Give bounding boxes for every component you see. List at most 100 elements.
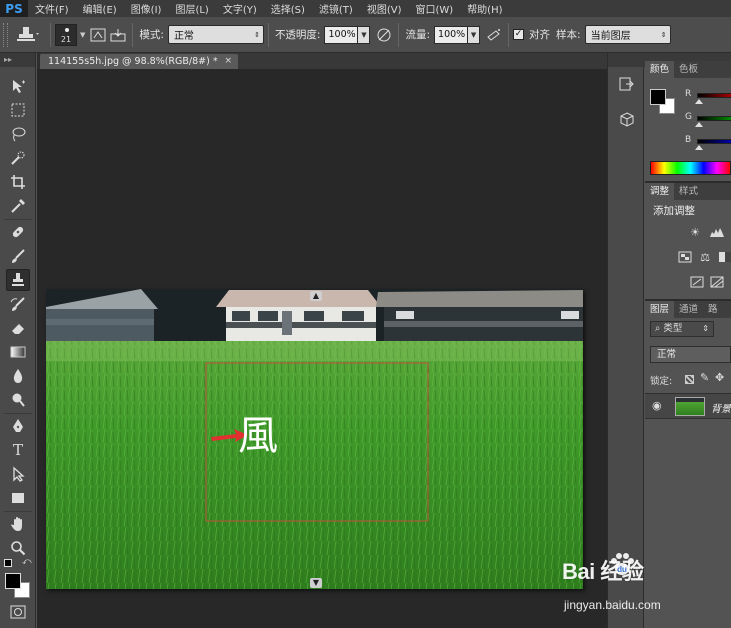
opacity-input[interactable]: 100% — [324, 25, 359, 44]
quick-selection-tool[interactable] — [6, 147, 30, 169]
toolbox-collapse-toggle[interactable]: ▸▸ — [0, 53, 35, 67]
mode-label: 模式: — [139, 29, 164, 41]
toggle-brush-panel-button[interactable] — [88, 25, 108, 45]
lock-pixels-icon[interactable]: ✎ — [700, 371, 709, 384]
lasso-tool[interactable] — [6, 123, 30, 145]
document-canvas[interactable]: 風 — [46, 289, 583, 589]
crop-tool[interactable] — [6, 171, 30, 193]
swap-colors-icon[interactable]: ⤺ — [22, 557, 32, 567]
color-balance-adjust-icon[interactable]: ⚖ — [697, 249, 713, 265]
document-tab-bar: 114155s5h.jpg @ 98.8%(RGB/8#) * × — [37, 53, 607, 69]
document-tab[interactable]: 114155s5h.jpg @ 98.8%(RGB/8#) * × — [40, 54, 238, 69]
menu-view[interactable]: 视图(V) — [360, 1, 409, 16]
dodge-tool[interactable] — [6, 389, 30, 411]
brush-size-picker[interactable]: 21 — [55, 23, 77, 46]
layer-row[interactable]: ◉ 背景 — [645, 393, 731, 419]
sample-value: 当前图层 — [590, 31, 631, 42]
eye-icon[interactable]: ◉ — [652, 399, 662, 412]
tab-paths[interactable]: 路 — [703, 301, 723, 318]
search-icon: ⌕ — [655, 323, 661, 334]
menu-select[interactable]: 选择(S) — [264, 1, 312, 16]
pressure-opacity-button[interactable] — [374, 25, 394, 45]
history-icon — [619, 77, 634, 91]
tab-layers[interactable]: 图层 — [645, 301, 675, 318]
strip-collapse-toggle[interactable] — [608, 53, 645, 67]
blend-mode-dropdown[interactable]: 正常 — [650, 346, 731, 363]
tab-color[interactable]: 颜色 — [645, 61, 675, 78]
menu-type[interactable]: 文字(Y) — [216, 1, 264, 16]
opacity-slider-toggle[interactable]: ▼ — [358, 25, 371, 44]
green-slider-thumb[interactable] — [695, 122, 703, 127]
svg-text:du: du — [617, 565, 627, 574]
layer-name: 背景 — [711, 404, 731, 415]
menu-bar: PS 文件(F) 编辑(E) 图像(I) 图层(L) 文字(Y) 选择(S) 滤… — [0, 0, 731, 17]
zoom-tool[interactable] — [6, 537, 30, 559]
brush-picker-arrow-icon[interactable]: ▼ — [80, 31, 85, 39]
menu-help[interactable]: 帮助(H) — [460, 1, 509, 16]
eraser-tool[interactable] — [6, 317, 30, 339]
tool-preset-picker[interactable] — [8, 23, 46, 47]
brightness-adjust-icon[interactable]: ☀ — [687, 224, 703, 240]
blur-tool[interactable] — [6, 365, 30, 387]
marquee-tool[interactable] — [6, 99, 30, 121]
menu-image[interactable]: 图像(I) — [124, 1, 169, 16]
sample-dropdown[interactable]: 当前图层 ⇕ — [584, 25, 671, 44]
align-checkbox[interactable]: ✓ — [513, 29, 525, 40]
scroll-up-button[interactable]: ▲ — [310, 291, 322, 301]
pen-tool[interactable] — [6, 415, 30, 437]
properties-panel-button[interactable] — [615, 108, 639, 132]
tab-swatches[interactable]: 色板 — [674, 61, 703, 78]
menu-window[interactable]: 窗口(W) — [408, 1, 460, 16]
color-spectrum-bar[interactable] — [650, 161, 731, 175]
tab-adjustments[interactable]: 调整 — [645, 183, 675, 200]
tab-styles[interactable]: 样式 — [674, 183, 703, 200]
default-colors-icon[interactable] — [4, 559, 12, 567]
menu-layer[interactable]: 图层(L) — [168, 1, 215, 16]
layer-filter-dropdown[interactable]: ⌕ 类型 ⇕ — [650, 321, 714, 337]
toolbox: ▸▸ T ⤺ — [0, 53, 36, 628]
menu-edit[interactable]: 编辑(E) — [76, 1, 124, 16]
mode-dropdown[interactable]: 正常 ⇕ — [167, 25, 264, 44]
hand-tool[interactable] — [6, 513, 30, 535]
scroll-down-button[interactable]: ▼ — [310, 578, 322, 588]
canvas-workspace[interactable]: 風 ▲ ▼ — [37, 69, 607, 628]
brush-tool[interactable] — [6, 245, 30, 267]
type-tool[interactable]: T — [6, 439, 30, 461]
flow-input[interactable]: 100% — [434, 25, 469, 44]
hue-sat-adjust-icon[interactable] — [677, 249, 693, 265]
lock-position-icon[interactable]: ✥ — [715, 371, 724, 384]
red-slider-thumb[interactable] — [695, 99, 703, 104]
toolbox-separator — [4, 511, 32, 512]
foreground-color-swatch[interactable] — [5, 573, 21, 589]
green-slider[interactable] — [697, 116, 731, 121]
quick-mask-button[interactable] — [6, 601, 30, 623]
add-adjustment-title: 添加调整 — [653, 205, 695, 217]
blue-slider-thumb[interactable] — [695, 145, 703, 150]
separator — [508, 22, 510, 47]
levels-adjust-icon[interactable] — [709, 224, 725, 240]
gradient-map-adjust-icon[interactable] — [709, 274, 725, 290]
clone-stamp-tool[interactable] — [6, 269, 30, 291]
close-document-icon[interactable]: × — [224, 54, 232, 69]
toggle-clone-source-button[interactable] — [108, 25, 128, 45]
eyedropper-tool[interactable] — [6, 195, 30, 217]
blue-slider[interactable] — [697, 139, 731, 144]
lock-transparent-icon[interactable] — [685, 375, 694, 384]
history-panel-button[interactable] — [615, 73, 639, 97]
red-slider[interactable] — [697, 93, 731, 98]
airbrush-button[interactable] — [484, 25, 504, 45]
path-selection-tool[interactable] — [6, 463, 30, 485]
bandage-icon — [12, 226, 24, 238]
menu-file[interactable]: 文件(F) — [28, 1, 76, 16]
tab-channels[interactable]: 通道 — [674, 301, 703, 318]
invert-adjust-icon[interactable] — [689, 274, 705, 290]
bw-adjust-icon[interactable] — [717, 249, 731, 265]
color-panel-fg-swatch[interactable] — [650, 89, 666, 105]
gradient-tool[interactable] — [6, 341, 30, 363]
flow-slider-toggle[interactable]: ▼ — [468, 25, 481, 44]
move-tool[interactable] — [6, 75, 30, 97]
rectangle-tool[interactable] — [6, 487, 30, 509]
history-brush-tool[interactable] — [6, 293, 30, 315]
menu-filter[interactable]: 滤镜(T) — [312, 1, 360, 16]
healing-brush-tool[interactable] — [6, 221, 30, 243]
